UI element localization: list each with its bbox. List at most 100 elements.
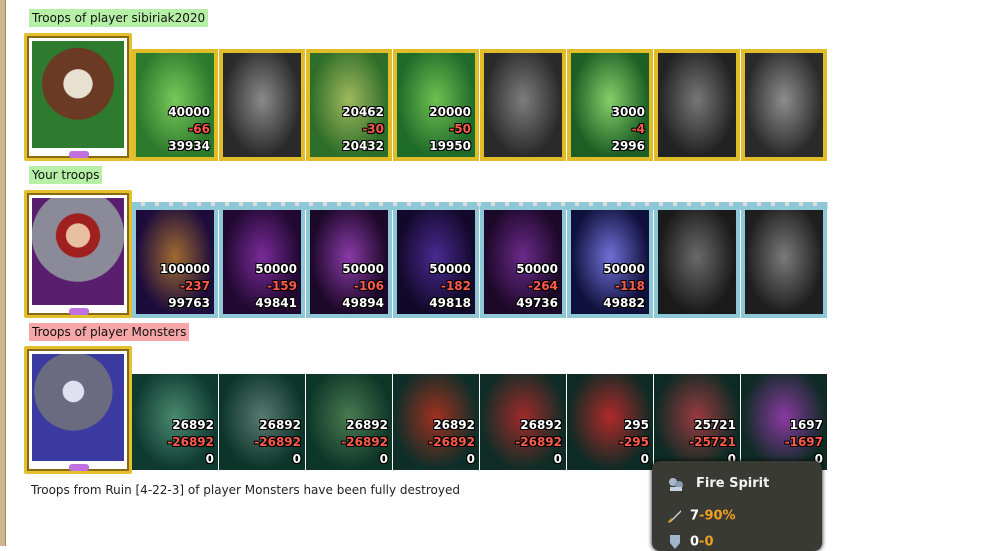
unit-remaining: 0 (553, 452, 562, 466)
unit-loss: -26892 (341, 435, 388, 449)
unit-remaining: 0 (640, 452, 649, 466)
unit-loss: -237 (179, 279, 210, 293)
unit-card[interactable]: 50000 -182 49818 (393, 206, 479, 318)
creature-stack-icon (669, 478, 683, 491)
gray-armored-warrior-icon (658, 53, 736, 157)
red-haired-knight-icon (32, 198, 124, 305)
unit-card[interactable] (654, 206, 740, 318)
tooltip-title: Fire Spirit (696, 476, 770, 491)
section-title: Your troops (29, 166, 103, 184)
unit-count: 26892 (172, 418, 214, 432)
unit-card[interactable] (741, 206, 827, 318)
unit-loss: -106 (353, 279, 384, 293)
unit-card[interactable]: 50000 -118 49882 (567, 206, 653, 318)
unit-remaining: 0 (292, 452, 301, 466)
gray-mage-icon (745, 53, 823, 157)
unit-count: 40000 (168, 105, 210, 119)
unit-count: 50000 (429, 262, 471, 276)
unit-card[interactable] (219, 49, 305, 161)
unit-loss: -264 (527, 279, 558, 293)
unit-card[interactable]: 50000 -264 49736 (480, 206, 566, 318)
unit-remaining: 0 (205, 452, 214, 466)
unit-card[interactable]: 25721 -25721 0 (654, 374, 740, 470)
tooltip-defense-stat: 0-0 (666, 533, 714, 551)
beast-lord-icon (32, 354, 124, 461)
unit-count: 25721 (694, 418, 736, 432)
unit-loss: -26892 (428, 435, 475, 449)
unit-card[interactable] (480, 49, 566, 161)
attack-value: 7 (690, 508, 700, 524)
unit-count: 50000 (255, 262, 297, 276)
unit-remaining: 0 (466, 452, 475, 466)
unit-loss: -295 (618, 435, 649, 449)
hero-gem (69, 464, 89, 471)
unit-card[interactable]: 26892 -26892 0 (393, 374, 479, 470)
sword-icon (667, 510, 681, 524)
unit-remaining: 19950 (429, 139, 471, 153)
hero-portrait[interactable] (24, 33, 132, 161)
unit-remaining: 20432 (342, 139, 384, 153)
unit-remaining: 0 (379, 452, 388, 466)
gray-reaper-icon (658, 210, 736, 314)
unit-card[interactable]: 295 -295 0 (567, 374, 653, 470)
unit-card[interactable]: 20000 -50 19950 (393, 49, 479, 161)
hero-gem (69, 308, 89, 315)
unit-card[interactable]: 100000 -237 99763 (132, 206, 218, 318)
unit-loss: -50 (449, 122, 471, 136)
unit-loss: -30 (362, 122, 384, 136)
unit-remaining: 39934 (168, 139, 210, 153)
page-left-border (0, 0, 6, 546)
unit-count: 3000 (611, 105, 645, 119)
unit-card[interactable]: 26892 -26892 0 (219, 374, 305, 470)
unit-card[interactable]: 20462 -30 20432 (306, 49, 392, 161)
unit-card[interactable]: 50000 -159 49841 (219, 206, 305, 318)
unit-card[interactable] (654, 49, 740, 161)
unit-card[interactable]: 26892 -26892 0 (132, 374, 218, 470)
unit-remaining: 49736 (516, 296, 558, 310)
unit-loss: -1697 (784, 435, 823, 449)
unit-card[interactable]: 26892 -26892 0 (306, 374, 392, 470)
unit-count: 1697 (789, 418, 823, 432)
hero-portrait[interactable] (24, 190, 132, 318)
unit-remaining: 49894 (342, 296, 384, 310)
unit-remaining: 49882 (603, 296, 645, 310)
unit-count: 26892 (346, 418, 388, 432)
unit-card[interactable]: 1697 -1697 0 (741, 374, 827, 470)
shield-icon (670, 535, 680, 549)
unit-card[interactable] (741, 49, 827, 161)
unit-remaining: 49841 (255, 296, 297, 310)
hero-gem (69, 151, 89, 158)
tooltip-attack-stat: 7-90% (666, 507, 736, 525)
unit-loss: -25721 (689, 435, 736, 449)
unit-count: 100000 (159, 262, 210, 276)
unit-card[interactable]: 3000 -4 2996 (567, 49, 653, 161)
horned-skull-warrior-icon (32, 41, 124, 148)
unit-count: 26892 (433, 418, 475, 432)
unit-loss: -118 (614, 279, 645, 293)
unit-loss: -182 (440, 279, 471, 293)
unit-count: 50000 (516, 262, 558, 276)
unit-remaining: 2996 (611, 139, 645, 153)
defense-modifier: -0 (699, 534, 714, 550)
attack-modifier: -90% (699, 508, 736, 524)
unit-loss: -66 (188, 122, 210, 136)
unit-card[interactable]: 40000 -66 39934 (132, 49, 218, 161)
hero-portrait[interactable] (24, 346, 132, 474)
unit-loss: -26892 (515, 435, 562, 449)
unit-count: 20462 (342, 105, 384, 119)
unit-loss: -26892 (167, 435, 214, 449)
troop-row: 100000 -237 99763 50000 -159 49841 50000 -106 49… (24, 190, 828, 318)
unit-count: 26892 (259, 418, 301, 432)
unit-card[interactable]: 26892 -26892 0 (480, 374, 566, 470)
gray-lich-icon (745, 210, 823, 314)
unit-loss: -4 (631, 122, 645, 136)
unit-loss: -159 (266, 279, 297, 293)
unit-remaining: 99763 (168, 296, 210, 310)
unit-count: 20000 (429, 105, 471, 119)
section-title: Troops of player Monsters (29, 323, 190, 341)
unit-card[interactable]: 50000 -106 49894 (306, 206, 392, 318)
unit-count: 50000 (342, 262, 384, 276)
unit-count: 26892 (520, 418, 562, 432)
battle-result-message: Troops from Ruin [4-22-3] of player Mons… (31, 483, 460, 497)
unit-loss: -26892 (254, 435, 301, 449)
